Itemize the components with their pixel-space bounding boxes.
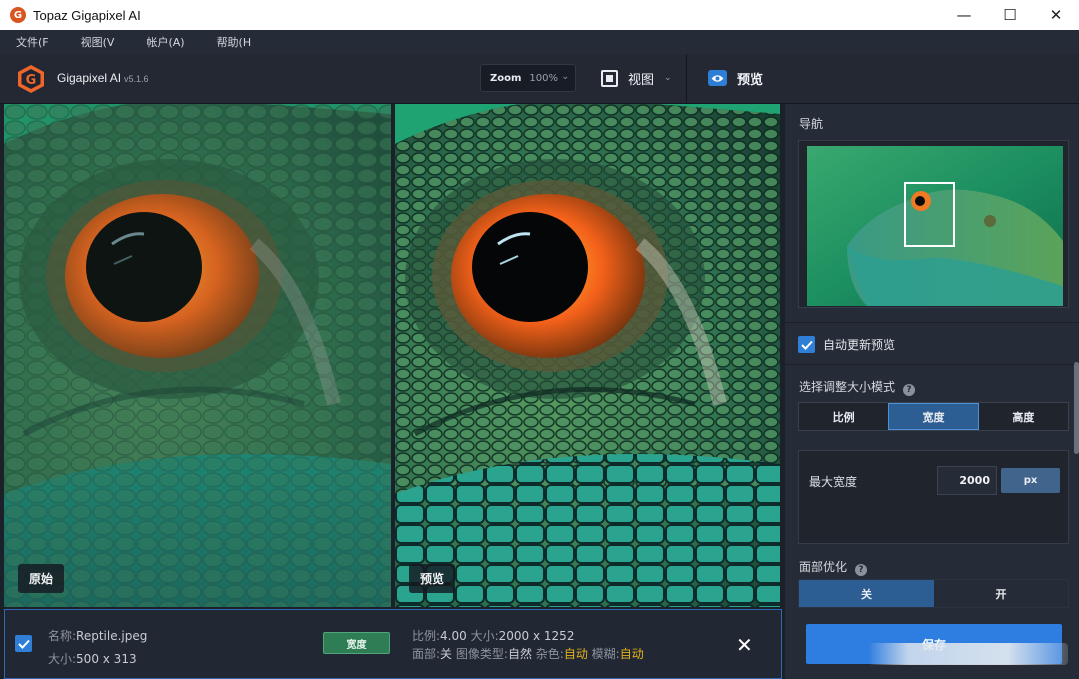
- file-name-row: 名称:Reptile.jpeg: [48, 627, 147, 644]
- noise-value: 自动: [563, 647, 588, 661]
- max-width-box: 最大宽度 2000 px: [798, 450, 1069, 544]
- zoom-value: 100%: [529, 72, 559, 84]
- settings-panel: 导航 自动更新预览 选择调整大小模式 ? 比例 宽度 高度 最大宽度 2000 …: [785, 104, 1079, 679]
- file-select-checkbox[interactable]: [15, 635, 32, 652]
- section-divider: [785, 322, 1079, 323]
- preview-button[interactable]: 预览: [708, 67, 763, 89]
- image-type-value: 自然: [507, 647, 532, 661]
- title-bar: G Topaz Gigapixel AI — ☐ ✕: [0, 0, 1079, 30]
- blur-value: 自动: [619, 647, 644, 661]
- version-label: v5.1.6: [124, 74, 149, 84]
- menu-help[interactable]: 帮助(H: [217, 34, 252, 50]
- preview-pane-label: 预览: [409, 564, 456, 593]
- close-icon[interactable]: ✕: [736, 633, 753, 657]
- brand: Gigapixel AI v5.1.6: [57, 71, 149, 85]
- processing-info-row: 面部:关 图像类型:自然 杂色:自动 模糊:自动: [412, 645, 644, 662]
- file-name-key: 名称:: [48, 629, 77, 643]
- app-logo-icon: G: [10, 7, 26, 23]
- noise-key: 杂色:: [535, 647, 564, 661]
- scale-value: 4.00: [440, 629, 467, 643]
- image-type-key: 图像类型:: [455, 647, 508, 661]
- face-refine-on[interactable]: 开: [934, 580, 1068, 607]
- navigator-title: 导航: [799, 117, 824, 131]
- resize-mode-segmented: 比例 宽度 高度: [798, 402, 1069, 431]
- resize-mode-title-text: 选择调整大小模式: [799, 380, 896, 394]
- auto-update-preview-row[interactable]: 自动更新预览: [798, 336, 895, 353]
- menu-bar: 文件(F 视图(V 帐户(A) 帮助(H: [0, 30, 1079, 54]
- resize-mode-scale[interactable]: 比例: [799, 403, 889, 430]
- original-image-pane[interactable]: 原始: [4, 104, 391, 607]
- file-name: Reptile.jpeg: [76, 629, 148, 643]
- header-divider: [686, 54, 687, 104]
- topaz-logo-icon: G: [18, 65, 44, 93]
- resize-mode-width[interactable]: 宽度: [888, 403, 979, 430]
- section-divider: [785, 364, 1079, 365]
- auto-update-label: 自动更新预览: [823, 338, 896, 352]
- help-icon[interactable]: ?: [855, 564, 868, 576]
- file-size-key: 大小:: [48, 652, 77, 666]
- face-refine-title-text: 面部优化: [799, 560, 848, 574]
- eye-icon: [708, 70, 727, 86]
- preview-label: 预览: [737, 72, 764, 88]
- file-item-bar[interactable]: 名称:Reptile.jpeg 大小:500 x 313 宽度 比例:4.00 …: [4, 609, 782, 679]
- unit-select-button[interactable]: px: [1001, 468, 1060, 493]
- face-key: 面部:: [412, 647, 441, 661]
- menu-file[interactable]: 文件(F: [16, 34, 49, 50]
- face-refine-title: 面部优化?: [799, 558, 868, 576]
- face-refine-off[interactable]: 关: [799, 580, 934, 607]
- file-size: 500 x 313: [76, 652, 137, 666]
- brand-name: Gigapixel AI: [57, 71, 122, 85]
- auto-update-checkbox[interactable]: [798, 336, 815, 353]
- output-info-row: 比例:4.00 大小:2000 x 1252: [412, 627, 574, 644]
- menu-account[interactable]: 帐户(A): [146, 34, 184, 50]
- view-split-icon: [601, 69, 618, 87]
- window-title: Topaz Gigapixel AI: [33, 7, 141, 23]
- original-image: [4, 104, 391, 607]
- output-size-value: 2000 x 1252: [498, 629, 575, 643]
- navigator[interactable]: [798, 140, 1069, 308]
- resize-mode-height[interactable]: 高度: [978, 403, 1068, 430]
- view-mode-button[interactable]: 视图 ⌄: [601, 67, 672, 89]
- blurred-overlay: [868, 643, 1068, 665]
- preview-image: [395, 104, 780, 607]
- file-size-row: 大小:500 x 313: [48, 650, 137, 667]
- zoom-label: Zoom: [490, 72, 522, 84]
- help-icon[interactable]: ?: [903, 384, 916, 396]
- zoom-select[interactable]: Zoom 100% ⌄: [480, 64, 576, 92]
- max-width-input[interactable]: 2000: [937, 466, 997, 495]
- check-icon: [800, 340, 813, 350]
- output-size-key: 大小:: [470, 629, 499, 643]
- minimize-button[interactable]: —: [941, 0, 987, 30]
- preview-image-pane[interactable]: 预览: [395, 104, 780, 607]
- face-value: 关: [440, 647, 453, 661]
- svg-text:G: G: [26, 73, 37, 88]
- resize-mode-badge: 宽度: [323, 632, 390, 654]
- face-refine-segmented: 关 开: [798, 579, 1069, 608]
- panel-scrollbar[interactable]: [1074, 362, 1079, 454]
- resize-mode-title: 选择调整大小模式?: [799, 378, 916, 396]
- original-label: 原始: [18, 564, 65, 593]
- close-window-button[interactable]: ✕: [1033, 0, 1079, 30]
- blur-key: 模糊:: [591, 647, 620, 661]
- check-icon: [17, 639, 30, 649]
- chevron-down-icon: ⌄: [664, 73, 672, 83]
- max-width-label: 最大宽度: [809, 475, 858, 489]
- window-controls: — ☐ ✕: [941, 0, 1079, 30]
- scale-key: 比例:: [412, 629, 441, 643]
- menu-view[interactable]: 视图(V: [81, 34, 115, 50]
- navigator-viewport-rect[interactable]: [904, 182, 955, 247]
- app-header: G Gigapixel AI v5.1.6 Zoom 100% ⌄ 视图 ⌄ 预览: [0, 54, 1079, 104]
- navigator-thumbnail[interactable]: [807, 146, 1063, 306]
- view-label: 视图: [628, 72, 655, 88]
- maximize-button[interactable]: ☐: [987, 0, 1033, 30]
- chevron-down-icon: ⌄: [561, 72, 569, 82]
